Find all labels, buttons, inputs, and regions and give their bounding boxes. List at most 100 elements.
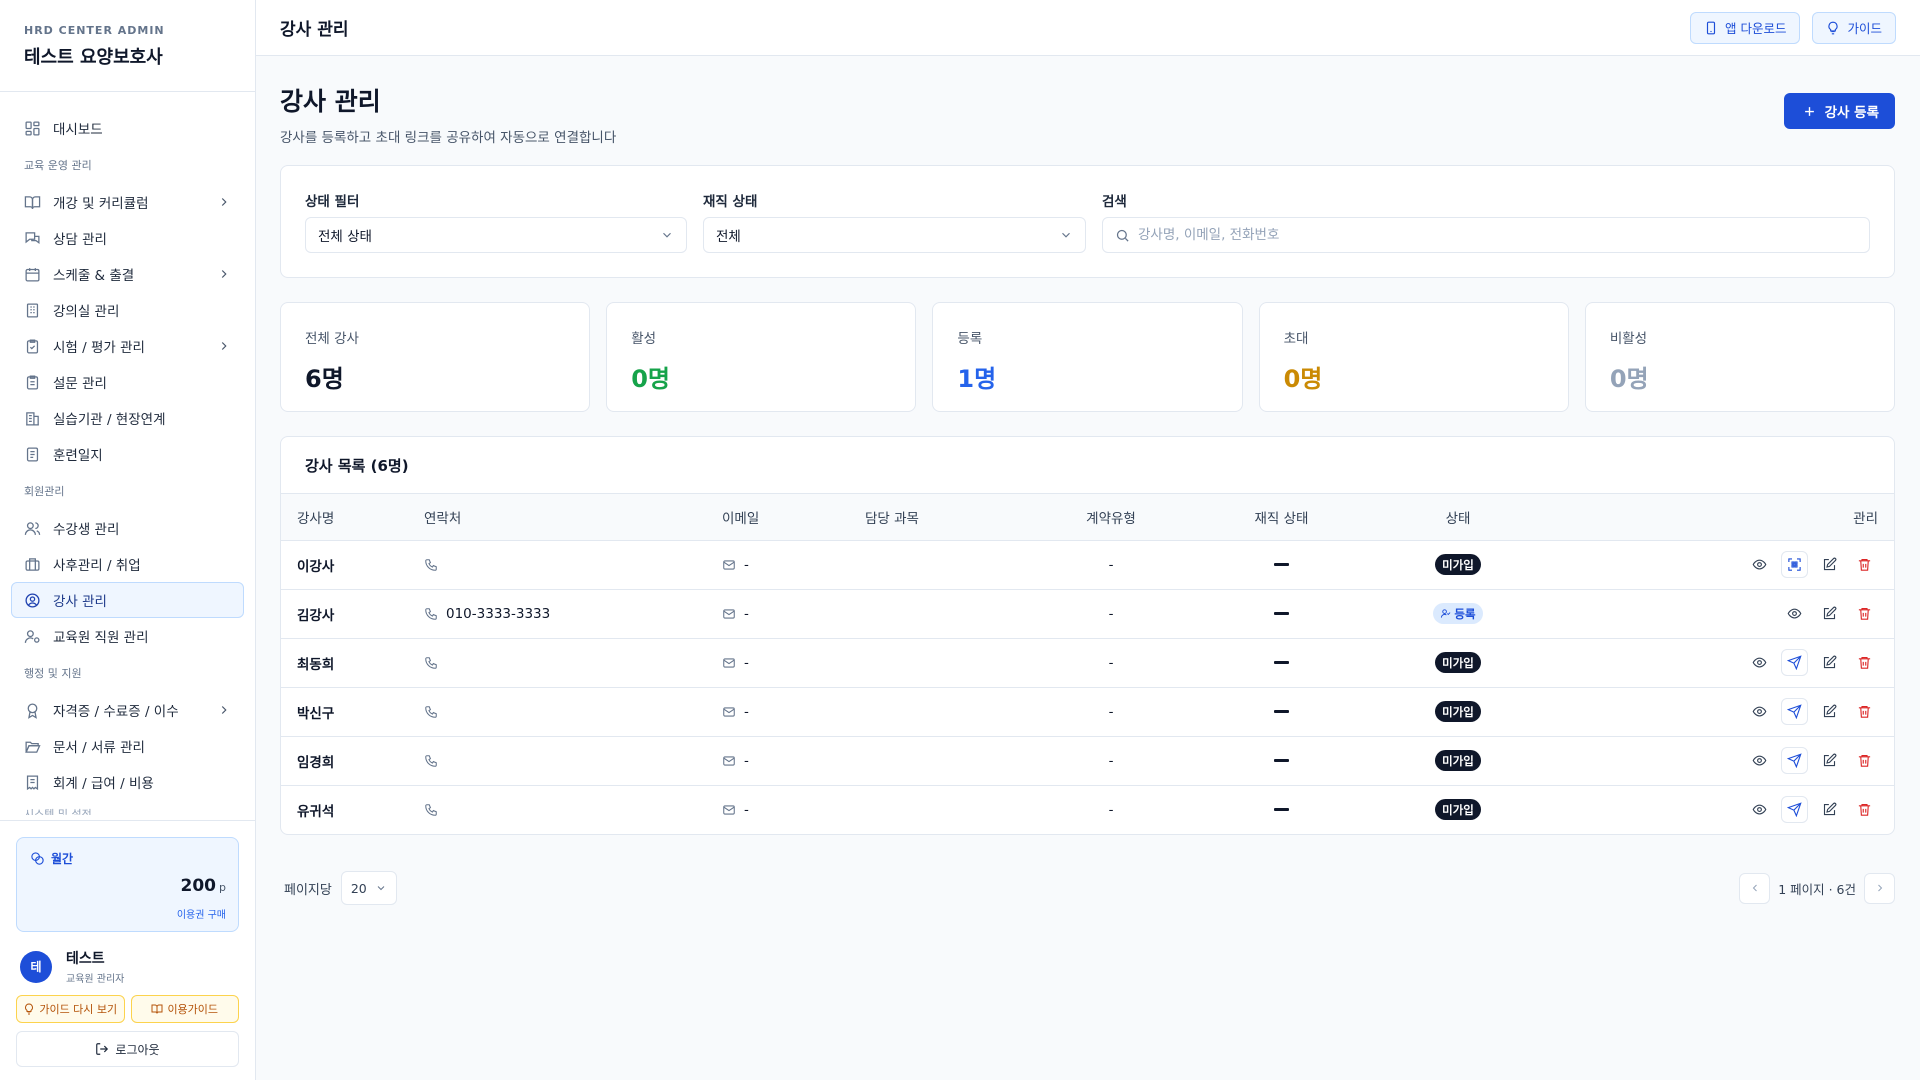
view-button[interactable] (1746, 698, 1773, 725)
table-row[interactable]: 이강사 - - 미가입 (281, 540, 1894, 590)
delete-button[interactable] (1851, 698, 1878, 725)
app-download-button[interactable]: 앱 다운로드 (1690, 11, 1801, 44)
sidebar-item-students[interactable]: 수강생 관리 (11, 510, 244, 546)
table-row[interactable]: 박신구 - - 미가입 (281, 687, 1894, 737)
sidebar-item-dashboard[interactable]: 대시보드 (11, 110, 244, 146)
table-header-row: 강사명 연락처 이메일 담당 과목 계약유형 재직 상태 상태 관리 (281, 494, 1894, 541)
sidebar-item-schedule[interactable]: 스케줄 & 출결 (11, 256, 244, 292)
sidebar-item-docs[interactable]: 문서 / 서류 관리 (11, 728, 244, 764)
cell-contract: - (1039, 736, 1183, 786)
cell-actions (1536, 687, 1894, 737)
replay-guide-button[interactable]: 가이드 다시 보기 (16, 995, 125, 1023)
view-button[interactable] (1746, 649, 1773, 676)
status-filter-field: 상태 필터 전체 상태 (305, 190, 687, 253)
sidebar-nav: 대시보드 교육 운영 관리 개강 및 커리큘럼 상담 관리 스케줄 & 출결 강… (11, 110, 244, 815)
cell-subject (865, 638, 1039, 688)
send-invite-button[interactable] (1781, 747, 1808, 774)
delete-button[interactable] (1851, 747, 1878, 774)
sidebar-item-exam[interactable]: 시험 / 평가 관리 (11, 328, 244, 364)
column-header-status[interactable]: 상태 (1380, 494, 1536, 541)
view-button[interactable] (1746, 551, 1773, 578)
cell-email: - (722, 785, 865, 834)
employment-empty-indicator (1274, 759, 1289, 762)
sidebar-item-label: 수강생 관리 (53, 522, 120, 538)
sidebar-item-aftercare[interactable]: 사후관리 / 취업 (11, 546, 244, 582)
cell-actions (1536, 785, 1894, 834)
add-instructor-button[interactable]: 강사 등록 (1783, 93, 1895, 129)
view-button[interactable] (1781, 600, 1808, 627)
table-row[interactable]: 최동희 - - 미가입 (281, 638, 1894, 688)
guide-buttons: 가이드 다시 보기 이용가이드 (16, 995, 239, 1023)
delete-button[interactable] (1851, 649, 1878, 676)
user-cog-icon (24, 629, 40, 643)
edit-button[interactable] (1816, 747, 1843, 774)
edit-button[interactable] (1816, 649, 1843, 676)
table-row[interactable]: 김강사 010-3333-3333 - - 등록 (281, 589, 1894, 639)
stat-invited: 초대 0명 (1258, 302, 1569, 412)
sidebar-item-consult[interactable]: 상담 관리 (11, 220, 244, 256)
lightbulb-icon (25, 1003, 34, 1015)
sidebar-item-practice[interactable]: 실습기관 / 현장연계 (11, 400, 244, 436)
sidebar-item-cert[interactable]: 자격증 / 수료증 / 이수 (11, 692, 244, 728)
column-header-contract[interactable]: 계약유형 (1039, 494, 1183, 541)
credit-unit: p (219, 881, 226, 894)
sidebar-item-journal[interactable]: 훈련일지 (11, 436, 244, 472)
logout-button[interactable]: 로그아웃 (16, 1031, 239, 1067)
column-header-name[interactable]: 강사명 (281, 494, 424, 541)
trash-icon (1857, 802, 1872, 817)
table-row[interactable]: 임경희 - - 미가입 (281, 736, 1894, 786)
sidebar-item-instructors[interactable]: 강사 관리 (11, 582, 244, 618)
logout-icon (96, 1043, 109, 1055)
brand: HRD CENTER ADMIN 테스트 요양보호사 (0, 0, 255, 92)
edit-button[interactable] (1816, 551, 1843, 578)
per-page-select[interactable]: 20 (340, 871, 397, 905)
stat-label: 초대 (1283, 331, 1309, 347)
delete-button[interactable] (1851, 551, 1878, 578)
cell-status: 미가입 (1380, 687, 1536, 737)
pagination: 페이지당 20 1 페이지 · 6건 (280, 871, 1895, 905)
column-header-email[interactable]: 이메일 (722, 494, 865, 541)
sidebar-item-course[interactable]: 개강 및 커리큘럼 (11, 184, 244, 220)
qr-code-button[interactable] (1781, 551, 1808, 578)
guide-button[interactable]: 가이드 (1812, 11, 1896, 44)
sidebar-item-room[interactable]: 강의실 관리 (11, 292, 244, 328)
page-description: 강사를 등록하고 초대 링크를 공유하여 자동으로 연결합니다 (280, 130, 617, 146)
send-invite-button[interactable] (1781, 796, 1808, 824)
sidebar-item-staff[interactable]: 교육원 직원 관리 (11, 618, 244, 654)
sidebar-item-accounting[interactable]: 회계 / 급여 / 비용 (11, 764, 244, 800)
prev-page-button[interactable] (1739, 872, 1771, 904)
view-button[interactable] (1746, 796, 1773, 823)
edit-button[interactable] (1816, 600, 1843, 627)
stat-inactive: 비활성 0명 (1584, 302, 1896, 412)
page-title: 강사 관리 (280, 87, 381, 116)
status-filter-select[interactable]: 전체 상태 (305, 217, 687, 253)
edit-icon (1822, 704, 1837, 719)
chevron-right-icon (221, 342, 227, 350)
trash-icon (1857, 606, 1872, 621)
delete-button[interactable] (1851, 600, 1878, 627)
edit-button[interactable] (1816, 796, 1843, 823)
search-field: 검색 (1102, 190, 1870, 253)
sidebar-item-label: 시험 / 평가 관리 (53, 340, 145, 356)
send-invite-button[interactable] (1781, 649, 1808, 676)
stat-label: 등록 (957, 331, 983, 347)
view-button[interactable] (1746, 747, 1773, 774)
table-row[interactable]: 유귀석 - - 미가입 (281, 785, 1894, 834)
sidebar-item-label: 스케줄 & 출결 (53, 268, 135, 284)
sidebar-item-survey[interactable]: 설문 관리 (11, 364, 244, 400)
status-badge-label: 미가입 (1442, 753, 1474, 768)
search-input[interactable] (1138, 227, 1857, 243)
buy-credit-link[interactable]: 이용권 구매 (177, 906, 226, 921)
phone-icon (424, 656, 446, 670)
user-guide-button[interactable]: 이용가이드 (130, 995, 239, 1023)
edit-icon (1822, 606, 1837, 621)
next-page-button[interactable] (1864, 872, 1895, 904)
employment-filter-select[interactable]: 전체 (703, 217, 1086, 253)
column-header-employment[interactable]: 재직 상태 (1183, 494, 1380, 541)
mail-icon (722, 558, 744, 572)
send-invite-button[interactable] (1781, 698, 1808, 725)
column-header-subject[interactable]: 담당 과목 (865, 494, 1039, 541)
delete-button[interactable] (1851, 796, 1878, 823)
edit-button[interactable] (1816, 698, 1843, 725)
column-header-contact[interactable]: 연락처 (424, 494, 722, 541)
